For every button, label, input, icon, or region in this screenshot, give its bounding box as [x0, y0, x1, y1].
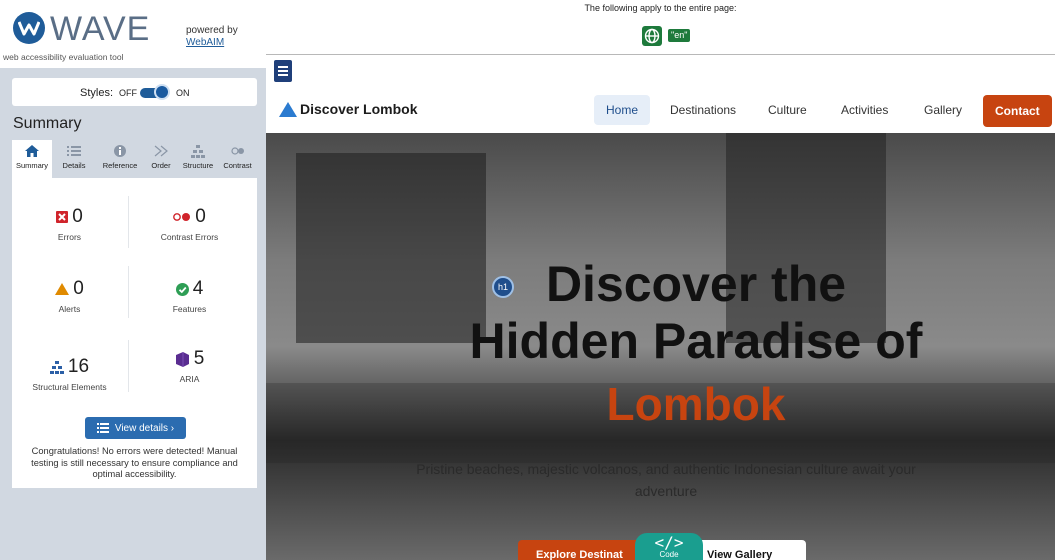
stat-alerts[interactable]: 0 Alerts [12, 276, 127, 314]
order-icon [154, 145, 168, 157]
hero-subtitle: Pristine beaches, majestic volcanos, and… [416, 461, 916, 499]
info-icon [114, 145, 126, 157]
page-preview: The following apply to the entire page: … [266, 0, 1055, 560]
alerts-label: Alerts [58, 304, 81, 314]
aria-icon [175, 351, 189, 367]
hero-title-line2: Hidden Paradise of [469, 313, 923, 369]
structural-label: Structural Elements [32, 382, 107, 392]
nav-activities[interactable]: Activities [829, 95, 900, 125]
code-toggle-button[interactable]: </> Code [635, 533, 703, 560]
structure-icon [49, 360, 64, 374]
errors-label: Errors [57, 232, 82, 242]
home-icon [25, 145, 39, 157]
styles-toggle-knob[interactable] [154, 84, 170, 100]
wave-sidebar: WAVE web accessibility evaluation tool p… [0, 0, 266, 560]
features-label: Features [172, 304, 207, 314]
stat-structural[interactable]: 16 Structural Elements [12, 354, 127, 392]
stat-contrast-errors[interactable]: 0 Contrast Errors [132, 204, 247, 242]
gallery-label: View Gallery [707, 549, 773, 560]
styles-label: Styles: [80, 87, 114, 99]
styles-off-label: OFF [119, 88, 137, 98]
list-icon [96, 423, 109, 433]
contrast-errors-count: 0 [195, 206, 206, 227]
nav-home[interactable]: Home [594, 95, 651, 125]
divider [128, 266, 129, 318]
wave-logo-icon [13, 12, 45, 44]
aria-count: 5 [193, 348, 205, 369]
contrast-errors-label: Contrast Errors [160, 232, 219, 242]
tab-label: Reference [102, 161, 138, 170]
document-icon[interactable] [274, 60, 292, 82]
wave-tagline: web accessibility evaluation tool [3, 52, 124, 62]
tab-order[interactable]: Order [144, 140, 178, 178]
contrast-error-icon [173, 213, 191, 221]
site-navbar: Discover Lombok Home Destinations Cultur… [266, 85, 1055, 133]
wave-header: WAVE web accessibility evaluation tool p… [0, 0, 266, 68]
code-icon: </> [654, 533, 684, 552]
feature-check-icon [175, 282, 189, 296]
stat-errors[interactable]: 0 Errors [12, 204, 127, 242]
hero-section: Discover the Hidden Paradise of Lombok h… [266, 133, 1055, 560]
explore-label: Explore Destinat [536, 549, 623, 560]
tab-label: Structure [182, 161, 214, 170]
tab-contrast[interactable]: Contrast [218, 140, 257, 178]
divider [128, 196, 129, 248]
stat-features[interactable]: 4 Features [132, 276, 247, 314]
errors-count: 0 [72, 206, 83, 227]
summary-heading: Summary [13, 115, 82, 132]
site-name[interactable]: Discover Lombok [300, 101, 417, 117]
hero-title-line3: Lombok [606, 378, 786, 430]
globe-icon[interactable] [642, 26, 662, 46]
alert-icon [55, 283, 70, 295]
webaim-link[interactable]: WebAIM [186, 37, 224, 48]
lang-note: The following apply to the entire page: [584, 4, 737, 13]
wave-wordmark: WAVE [50, 10, 151, 48]
stat-aria[interactable]: 5 ARIA [132, 346, 247, 384]
view-details-label: View details › [114, 422, 175, 434]
view-gallery-button[interactable]: View Gallery [691, 540, 806, 560]
structural-count: 16 [67, 356, 90, 377]
aria-label: ARIA [179, 374, 200, 384]
nav-destinations[interactable]: Destinations [658, 95, 748, 125]
alerts-count: 0 [73, 278, 84, 299]
divider [128, 340, 129, 392]
mountain-logo-icon [279, 102, 297, 117]
congratulations-message: Congratulations! No errors were detected… [31, 446, 238, 479]
page-language-bar: The following apply to the entire page: … [266, 0, 1055, 55]
tab-structure[interactable]: Structure [178, 140, 218, 178]
error-icon [56, 211, 69, 223]
features-count: 4 [192, 278, 204, 299]
tab-label: Details [62, 161, 86, 170]
nav-culture[interactable]: Culture [756, 95, 819, 125]
tab-reference[interactable]: Reference [96, 140, 144, 178]
nav-contact[interactable]: Contact [983, 95, 1052, 127]
styles-on-label: ON [176, 88, 190, 98]
code-label: Code [659, 550, 679, 559]
tab-label: Order [151, 161, 171, 170]
view-details-button[interactable]: View details › [85, 417, 186, 439]
tab-label: Summary [15, 161, 49, 170]
lang-badge[interactable]: "en" [668, 29, 691, 42]
tab-details[interactable]: Details [52, 140, 96, 178]
nav-gallery[interactable]: Gallery [912, 95, 974, 125]
wave-tabs: Summary Details Reference Order Structur… [12, 140, 257, 178]
structure-icon [191, 145, 205, 158]
contrast-icon [230, 147, 244, 155]
powered-by-label: powered by [186, 25, 238, 36]
h1-badge-icon[interactable]: h1 [492, 276, 514, 298]
styles-toggle-box: Styles: OFF ON [12, 78, 257, 106]
tab-label: Contrast [223, 161, 252, 170]
explore-destinations-button[interactable]: Explore Destinat [518, 540, 648, 560]
tab-summary[interactable]: Summary [12, 140, 52, 178]
list-icon [67, 146, 81, 156]
summary-card: 0 Errors 0 Contrast Errors 0 Alerts 4 Fe… [12, 178, 257, 488]
